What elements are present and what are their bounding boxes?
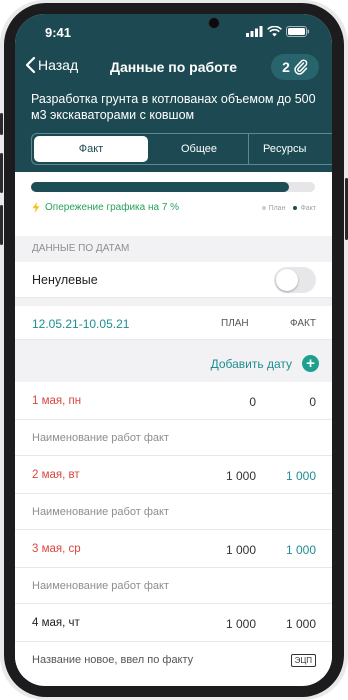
legend-plan: План (261, 205, 285, 212)
bolt-icon (32, 202, 40, 213)
add-date-row[interactable]: Добавить дату + (15, 348, 332, 382)
legend-fact: Факт (293, 205, 316, 212)
day-plan: 1 000 (225, 617, 256, 631)
day-fact: 0 (309, 395, 316, 409)
attachments-count: 2 (282, 59, 290, 75)
work-name: Наименование работ факт (32, 580, 169, 592)
day-fact: 1 000 (285, 617, 316, 631)
add-date-label[interactable]: Добавить дату (211, 357, 292, 371)
tab-fact[interactable]: Факт (34, 136, 148, 162)
section-header: ДАННЫЕ ПО ДАТАМ (15, 236, 332, 262)
battery-icon (286, 26, 310, 37)
progress-bar-fill (31, 182, 290, 192)
day-plan: 0 (249, 395, 256, 409)
status-bar: 9:41 (15, 14, 332, 46)
day-fact: 1 000 (285, 469, 316, 483)
phone-body: 9:41 Назад Данные по работе 2 Разработка… (0, 0, 348, 700)
date-range[interactable]: 12.05.21-10.05.21 (32, 317, 129, 331)
day-fact: 1 000 (285, 543, 316, 557)
day-plan: 1 000 (225, 469, 256, 483)
signal-icon (246, 26, 263, 37)
day-date: 2 мая, вт (32, 469, 80, 481)
header: 9:41 Назад Данные по работе 2 Разработка… (15, 14, 332, 190)
work-name: Наименование работ факт (32, 506, 169, 518)
nav-bar: Назад Данные по работе 2 (15, 52, 332, 84)
nonzero-filter-label: Ненулевые (32, 273, 98, 287)
paperclip-icon (294, 59, 308, 75)
schedule-status: Опережение графика на 7 % (32, 202, 179, 213)
day-plan: 1 000 (225, 543, 256, 557)
volume-down-button (0, 205, 3, 245)
attachments-button[interactable]: 2 (271, 54, 319, 80)
signature-badge: ЭЦП (290, 654, 316, 667)
plus-icon[interactable]: + (302, 355, 319, 372)
status-icons (246, 26, 310, 37)
toggle-knob (276, 269, 298, 291)
tab-general[interactable]: Общее (150, 134, 249, 164)
plan-column-header: ПЛАН (221, 318, 249, 329)
work-name: Наименование работ факт (32, 432, 169, 444)
date-range-row: 12.05.21-10.05.21 ПЛАН ФАКТ (15, 306, 332, 340)
spacer (15, 340, 332, 348)
day-row[interactable]: 2 мая, вт 1 000 1 000 (15, 456, 332, 494)
spacer (15, 298, 332, 306)
volume-up-button (0, 153, 3, 193)
work-row[interactable]: Наименование работ факт (15, 420, 332, 456)
schedule-status-text: Опережение графика на 7 % (45, 202, 180, 213)
mute-switch (0, 113, 3, 135)
app-screen: 9:41 Назад Данные по работе 2 Разработка… (15, 14, 332, 686)
progress-legend: План Факт (261, 205, 316, 212)
status-time: 9:41 (45, 25, 72, 40)
day-row[interactable]: 3 мая, ср 1 000 1 000 (15, 530, 332, 568)
progress-section: Опережение графика на 7 % План Факт (15, 172, 332, 236)
tab-resources[interactable]: Ресурсы (249, 134, 332, 164)
segmented-tabs: Факт Общее Ресурсы (31, 133, 332, 165)
day-row[interactable]: 1 мая, пн 0 0 (15, 382, 332, 420)
front-camera (208, 17, 220, 29)
wifi-icon (267, 26, 282, 37)
day-date: 1 мая, пн (32, 395, 82, 407)
work-row[interactable]: Название новое, ввел по факту ЭЦП (15, 642, 332, 678)
day-date: 4 мая, чт (32, 617, 80, 629)
nonzero-filter-row: Ненулевые (15, 262, 332, 298)
progress-bar (31, 182, 315, 192)
task-subtitle: Разработка грунта в котлованах объемом д… (31, 92, 316, 122)
work-row[interactable]: Наименование работ факт (15, 568, 332, 604)
work-name: Название новое, ввел по факту (32, 654, 194, 666)
work-row[interactable]: Наименование работ факт (15, 494, 332, 530)
day-row[interactable]: 4 мая, чт 1 000 1 000 (15, 604, 332, 642)
day-date: 3 мая, ср (32, 543, 81, 555)
fact-column-header: ФАКТ (290, 318, 316, 329)
nonzero-toggle[interactable] (274, 267, 316, 293)
